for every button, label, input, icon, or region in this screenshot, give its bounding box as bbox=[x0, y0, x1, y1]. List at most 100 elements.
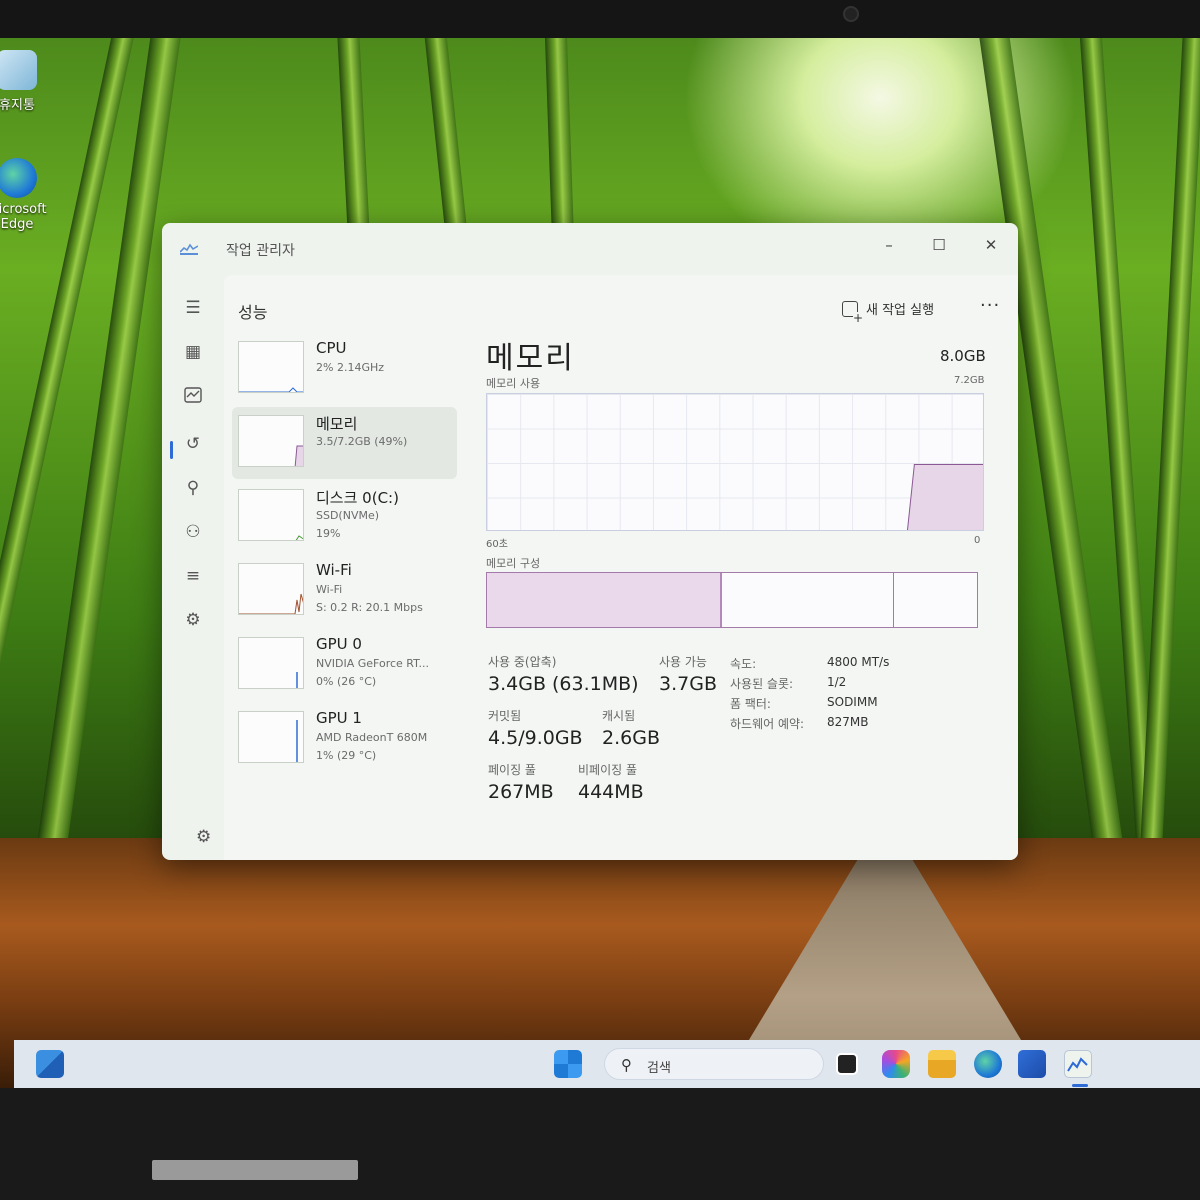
webcam bbox=[843, 6, 859, 22]
app-history-icon[interactable]: ↺ bbox=[182, 433, 204, 455]
detail-value-hardware-reserved: 827MB bbox=[827, 715, 869, 729]
desktop-icon-label: Microsoft Edge bbox=[0, 202, 47, 232]
wifi-mini-graph bbox=[238, 563, 304, 615]
resource-item-memory[interactable]: 메모리 3.5/7.2GB (49%) bbox=[232, 407, 457, 479]
resource-name: CPU bbox=[316, 339, 347, 357]
available-value: 3.7GB bbox=[659, 673, 717, 695]
recycle-bin-icon bbox=[0, 50, 37, 90]
resource-detail: 1% (29 °C) bbox=[316, 749, 377, 762]
performance-page: 성능 새 작업 실행 ··· CPU 2% 2.14GHz 메모리 3.5/7.… bbox=[224, 275, 1018, 860]
task-view-icon[interactable] bbox=[836, 1053, 858, 1075]
hamburger-menu-icon[interactable]: ☰ bbox=[182, 297, 204, 319]
taskbar-active-indicator bbox=[1072, 1084, 1088, 1087]
search-label: 검색 bbox=[647, 1061, 671, 1076]
services-icon[interactable]: ⚙ bbox=[182, 609, 204, 631]
minimize-button[interactable]: – bbox=[872, 233, 906, 257]
detail-key-speed: 속도: bbox=[730, 657, 757, 671]
in-use-label: 사용 중(압축) bbox=[488, 655, 557, 669]
paged-pool-value: 267MB bbox=[488, 781, 554, 803]
resource-detail: SSD(NVMe) bbox=[316, 509, 380, 522]
laptop-lower-bezel bbox=[0, 1088, 1200, 1200]
resource-detail: 3.5/7.2GB (49%) bbox=[316, 435, 408, 448]
nonpaged-pool-value: 444MB bbox=[578, 781, 644, 803]
graph-axis-end: 0 bbox=[974, 535, 981, 546]
memory-mini-graph bbox=[238, 415, 304, 467]
copilot-icon[interactable] bbox=[882, 1050, 910, 1078]
settings-icon[interactable]: ⚙ bbox=[196, 827, 211, 847]
run-new-task-button[interactable]: 새 작업 실행 bbox=[842, 299, 935, 324]
gpu1-mini-graph bbox=[238, 711, 304, 763]
resource-detail: AMD RadeonT 680M bbox=[316, 731, 428, 744]
taskbar: ⚲ 검색 bbox=[14, 1040, 1200, 1088]
resource-name: 메모리 bbox=[316, 415, 358, 433]
resource-item-disk[interactable]: 디스크 0(C:) SSD(NVMe) 19% bbox=[232, 481, 457, 553]
details-icon[interactable]: ≡ bbox=[182, 565, 204, 587]
cached-value: 2.6GB bbox=[602, 727, 660, 749]
resource-name: GPU 0 bbox=[316, 635, 362, 653]
page-title: 성능 bbox=[238, 303, 268, 322]
store-icon[interactable] bbox=[1018, 1050, 1046, 1078]
resource-item-wifi[interactable]: Wi-Fi Wi-Fi S: 0.2 R: 20.1 Mbps bbox=[232, 555, 457, 627]
memory-usage-max: 7.2GB bbox=[954, 375, 985, 386]
hinge-slot bbox=[152, 1160, 358, 1180]
detail-key-slots: 사용된 슬롯: bbox=[730, 677, 794, 691]
wallpaper-bamboo bbox=[1136, 38, 1200, 918]
graph-axis-start: 60초 bbox=[486, 539, 508, 550]
resource-item-gpu1[interactable]: GPU 1 AMD RadeonT 680M 1% (29 °C) bbox=[232, 703, 457, 775]
resource-detail: 0% (26 °C) bbox=[316, 675, 377, 688]
in-use-value: 3.4GB (63.1MB) bbox=[488, 673, 639, 695]
memory-usage-label: 메모리 사용 bbox=[486, 377, 541, 390]
processes-icon[interactable]: ▦ bbox=[182, 341, 204, 363]
search-box[interactable]: ⚲ 검색 bbox=[604, 1048, 824, 1080]
desktop-icon-recycle-bin[interactable]: 휴지통 bbox=[0, 50, 52, 113]
resource-item-cpu[interactable]: CPU 2% 2.14GHz bbox=[232, 333, 457, 405]
committed-label: 커밋됨 bbox=[488, 709, 522, 723]
file-explorer-icon[interactable] bbox=[928, 1050, 956, 1078]
memory-usage-graph bbox=[486, 393, 984, 531]
memory-title: 메모리 bbox=[486, 341, 575, 376]
detail-value-speed: 4800 MT/s bbox=[827, 655, 890, 669]
side-navigation: ☰ ▦ ↺ ⚲ ⚇ ≡ ⚙ bbox=[162, 275, 224, 860]
search-icon: ⚲ bbox=[621, 1056, 632, 1074]
resource-detail: S: 0.2 R: 20.1 Mbps bbox=[316, 601, 423, 614]
memory-composition-bar bbox=[486, 572, 978, 628]
detail-value-form-factor: SODIMM bbox=[827, 695, 878, 709]
close-button[interactable]: ✕ bbox=[974, 233, 1008, 257]
resource-detail: Wi-Fi bbox=[316, 583, 343, 596]
users-icon[interactable]: ⚇ bbox=[182, 521, 204, 543]
resource-name: 디스크 0(C:) bbox=[316, 489, 399, 507]
performance-icon[interactable] bbox=[182, 387, 204, 409]
nav-active-indicator bbox=[170, 441, 173, 459]
task-manager-app-icon bbox=[180, 243, 198, 255]
disk-mini-graph bbox=[238, 489, 304, 541]
memory-usage-area bbox=[907, 464, 983, 530]
memory-composition-label: 메모리 구성 bbox=[486, 557, 541, 570]
startup-apps-icon[interactable]: ⚲ bbox=[182, 477, 204, 499]
resource-name: GPU 1 bbox=[316, 709, 362, 727]
resource-item-gpu0[interactable]: GPU 0 NVIDIA GeForce RT... 0% (26 °C) bbox=[232, 629, 457, 701]
desktop-icon-edge[interactable]: Microsoft Edge bbox=[0, 158, 52, 232]
detail-key-form-factor: 폼 팩터: bbox=[730, 697, 771, 711]
maximize-button[interactable]: ☐ bbox=[922, 233, 956, 257]
gpu0-mini-graph bbox=[238, 637, 304, 689]
task-manager-icon[interactable] bbox=[1064, 1050, 1092, 1078]
edge-icon bbox=[0, 158, 37, 198]
widgets-icon[interactable] bbox=[36, 1050, 64, 1078]
window-title: 작업 관리자 bbox=[226, 243, 295, 259]
start-icon[interactable] bbox=[554, 1050, 582, 1078]
memory-total: 8.0GB bbox=[940, 347, 986, 365]
available-label: 사용 가능 bbox=[659, 655, 707, 669]
detail-value-slots: 1/2 bbox=[827, 675, 847, 689]
title-bar[interactable]: 작업 관리자 – ☐ ✕ bbox=[162, 223, 1018, 275]
more-options-button[interactable]: ··· bbox=[980, 295, 1000, 316]
run-task-label: 새 작업 실행 bbox=[866, 303, 935, 318]
nonpaged-pool-label: 비페이징 풀 bbox=[578, 763, 638, 777]
paged-pool-label: 페이징 풀 bbox=[488, 763, 536, 777]
edge-icon[interactable] bbox=[974, 1050, 1002, 1078]
detail-key-hardware-reserved: 하드웨어 예약: bbox=[730, 717, 805, 731]
committed-value: 4.5/9.0GB bbox=[488, 727, 583, 749]
desktop-icon-label: 휴지통 bbox=[0, 98, 35, 113]
cached-label: 캐시됨 bbox=[602, 709, 636, 723]
composition-modified bbox=[487, 573, 894, 627]
resource-detail: NVIDIA GeForce RT... bbox=[316, 657, 430, 670]
